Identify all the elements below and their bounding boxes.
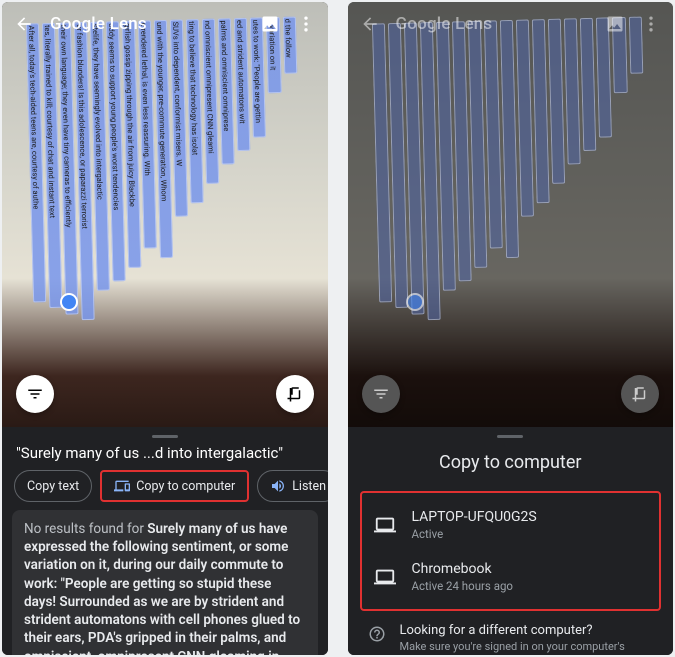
- image-icon[interactable]: [260, 14, 280, 34]
- device-row[interactable]: LAPTOP-UFQU0G2S Active: [362, 499, 660, 551]
- phone-left: Google Lens After all, today's tech-aide…: [2, 2, 328, 655]
- help-row[interactable]: Looking for a different computer? Make s…: [348, 611, 674, 655]
- back-icon[interactable]: [14, 14, 34, 34]
- result-prefix: No results found for: [24, 521, 147, 537]
- copy-to-computer-sheet: Copy to computer LAPTOP-UFQU0G2S Active …: [348, 427, 674, 655]
- device-row[interactable]: Chromebook Active 24 hours ago: [362, 551, 660, 603]
- result-query: Surely many of us have expressed the fol…: [24, 521, 300, 655]
- selected-text-snippet: "Surely many of us ...d into intergalact…: [2, 444, 328, 470]
- more-icon[interactable]: [296, 14, 316, 34]
- device-name: LAPTOP-UFQU0G2S: [412, 509, 537, 525]
- selection-handle: [408, 295, 422, 309]
- help-subtitle: Make sure you're signed in on your compu…: [400, 640, 654, 655]
- filter-button: [362, 375, 400, 413]
- photo-area: [348, 2, 674, 427]
- back-icon[interactable]: [360, 14, 380, 34]
- volume-icon: [270, 478, 286, 494]
- help-title: Looking for a different computer?: [400, 623, 654, 638]
- device-status: Active: [412, 527, 537, 541]
- highlighted-text: After all, today's tech-aided teens are,…: [26, 17, 304, 341]
- app-title: Google Lens: [396, 14, 493, 34]
- grab-handle[interactable]: [152, 435, 178, 438]
- highlighted-text: [371, 17, 649, 341]
- photo-area[interactable]: After all, today's tech-aided teens are,…: [2, 2, 328, 427]
- copy-to-computer-chip[interactable]: Copy to computer: [100, 470, 249, 502]
- selection-handle[interactable]: [62, 295, 76, 309]
- help-icon: [368, 625, 386, 643]
- grab-handle[interactable]: [497, 435, 523, 438]
- search-result-card[interactable]: No results found for Surely many of us h…: [12, 510, 318, 655]
- phone-right: Google Lens Copy to computer LAPTOP-UFQU…: [348, 2, 674, 655]
- copy-text-chip[interactable]: Copy text: [14, 470, 92, 502]
- topbar: Google Lens: [348, 2, 674, 46]
- filter-button[interactable]: [16, 375, 54, 413]
- crop-button: [621, 375, 659, 413]
- crop-button[interactable]: [276, 375, 314, 413]
- device-name: Chromebook: [412, 561, 514, 577]
- action-chips: Copy text Copy to computer Listen: [2, 470, 328, 510]
- image-icon[interactable]: [605, 14, 625, 34]
- topbar: Google Lens: [2, 2, 328, 46]
- laptop-icon: [374, 566, 396, 588]
- device-status: Active 24 hours ago: [412, 579, 514, 593]
- devices-icon: [114, 478, 130, 494]
- more-icon[interactable]: [641, 14, 661, 34]
- bottom-sheet: "Surely many of us ...d into intergalact…: [2, 427, 328, 655]
- laptop-icon: [374, 514, 396, 536]
- device-list: LAPTOP-UFQU0G2S Active Chromebook Active…: [360, 491, 662, 611]
- app-title: Google Lens: [50, 14, 147, 34]
- listen-chip[interactable]: Listen: [257, 470, 327, 502]
- sheet-title: Copy to computer: [348, 444, 674, 491]
